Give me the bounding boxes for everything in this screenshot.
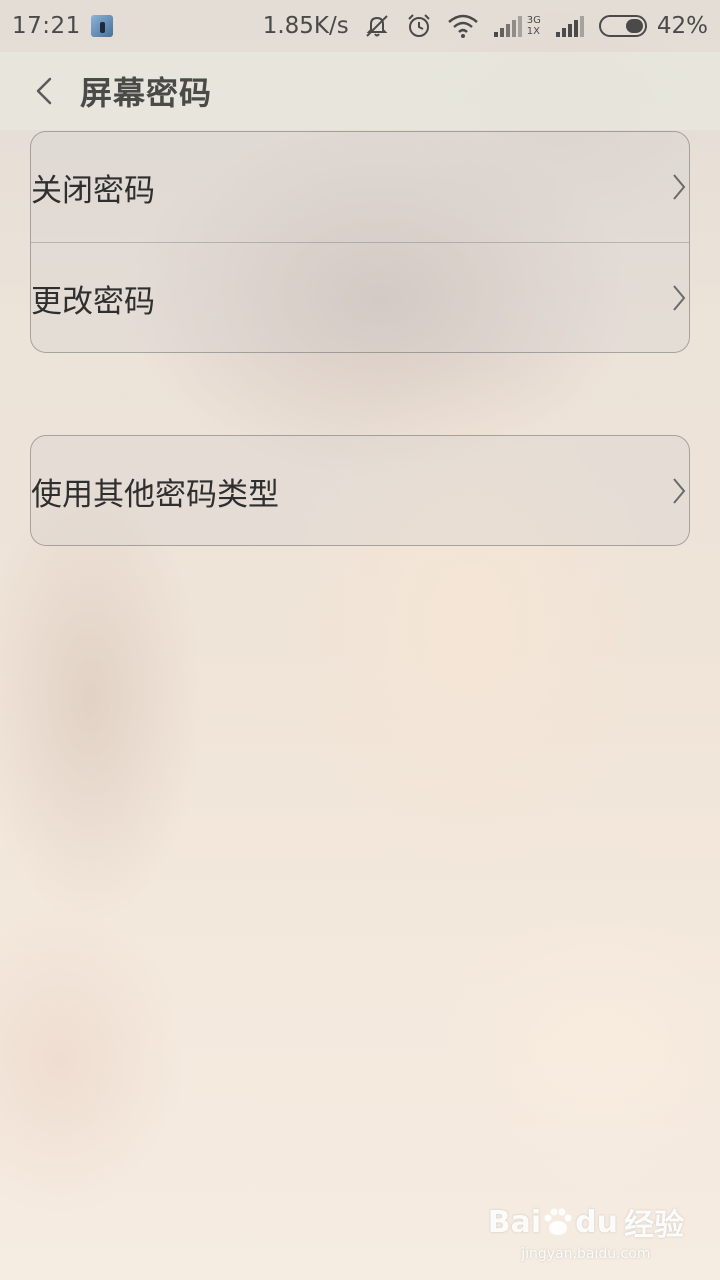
signal-icon-sim2 [555,14,585,38]
chevron-right-icon [669,436,689,545]
battery-icon [598,15,647,37]
menu-item-disable-password[interactable]: 关闭密码 [31,132,689,242]
watermark-brand-suffix: du [575,1204,618,1240]
alarm-icon [405,12,433,40]
status-time: 17:21 [12,13,81,39]
chevron-left-icon [36,77,52,105]
status-right: 1.85K/s 3G 1X 42% [263,0,708,52]
settings-group-password: 关闭密码 更改密码 [30,131,690,353]
menu-item-label: 使用其他密码类型 [31,476,279,513]
network-type: 3G 1X [527,15,541,37]
status-bar: 17:21 1.85K/s 3G 1X 42% [0,0,720,52]
paw-icon [544,1208,572,1235]
chevron-right-icon [669,132,689,242]
menu-item-label: 更改密码 [31,283,155,320]
menu-item-change-password[interactable]: 更改密码 [31,242,689,352]
watermark-brand: Bai [487,1204,542,1240]
watermark-product: 经验 [624,1208,684,1243]
mute-icon [363,12,391,40]
network-speed: 1.85K/s [262,13,349,39]
watermark-url: jingyan.baidu.com [521,1246,651,1262]
menu-item-other-password-type[interactable]: 使用其他密码类型 [31,436,689,545]
notification-thumbnail-icon [90,15,113,37]
battery-percent: 42% [656,13,708,39]
watermark-logo: Bai du 经验 [488,1200,684,1244]
network-type-top: 3G [526,15,541,26]
wifi-icon [447,13,479,39]
back-button[interactable] [14,52,74,130]
title-bar: 屏幕密码 [0,52,720,130]
baidu-jingyan-watermark: Bai du 经验 jingyan.baidu.com [488,1200,684,1263]
page-title: 屏幕密码 [80,74,213,112]
signal-icon-sim1 [493,14,523,38]
network-type-bottom: 1X [526,26,540,37]
menu-item-label: 关闭密码 [31,172,155,209]
chevron-right-icon [669,243,689,352]
status-left: 17:21 [0,13,113,39]
battery-fill [625,19,643,33]
settings-group-other: 使用其他密码类型 [30,435,690,546]
